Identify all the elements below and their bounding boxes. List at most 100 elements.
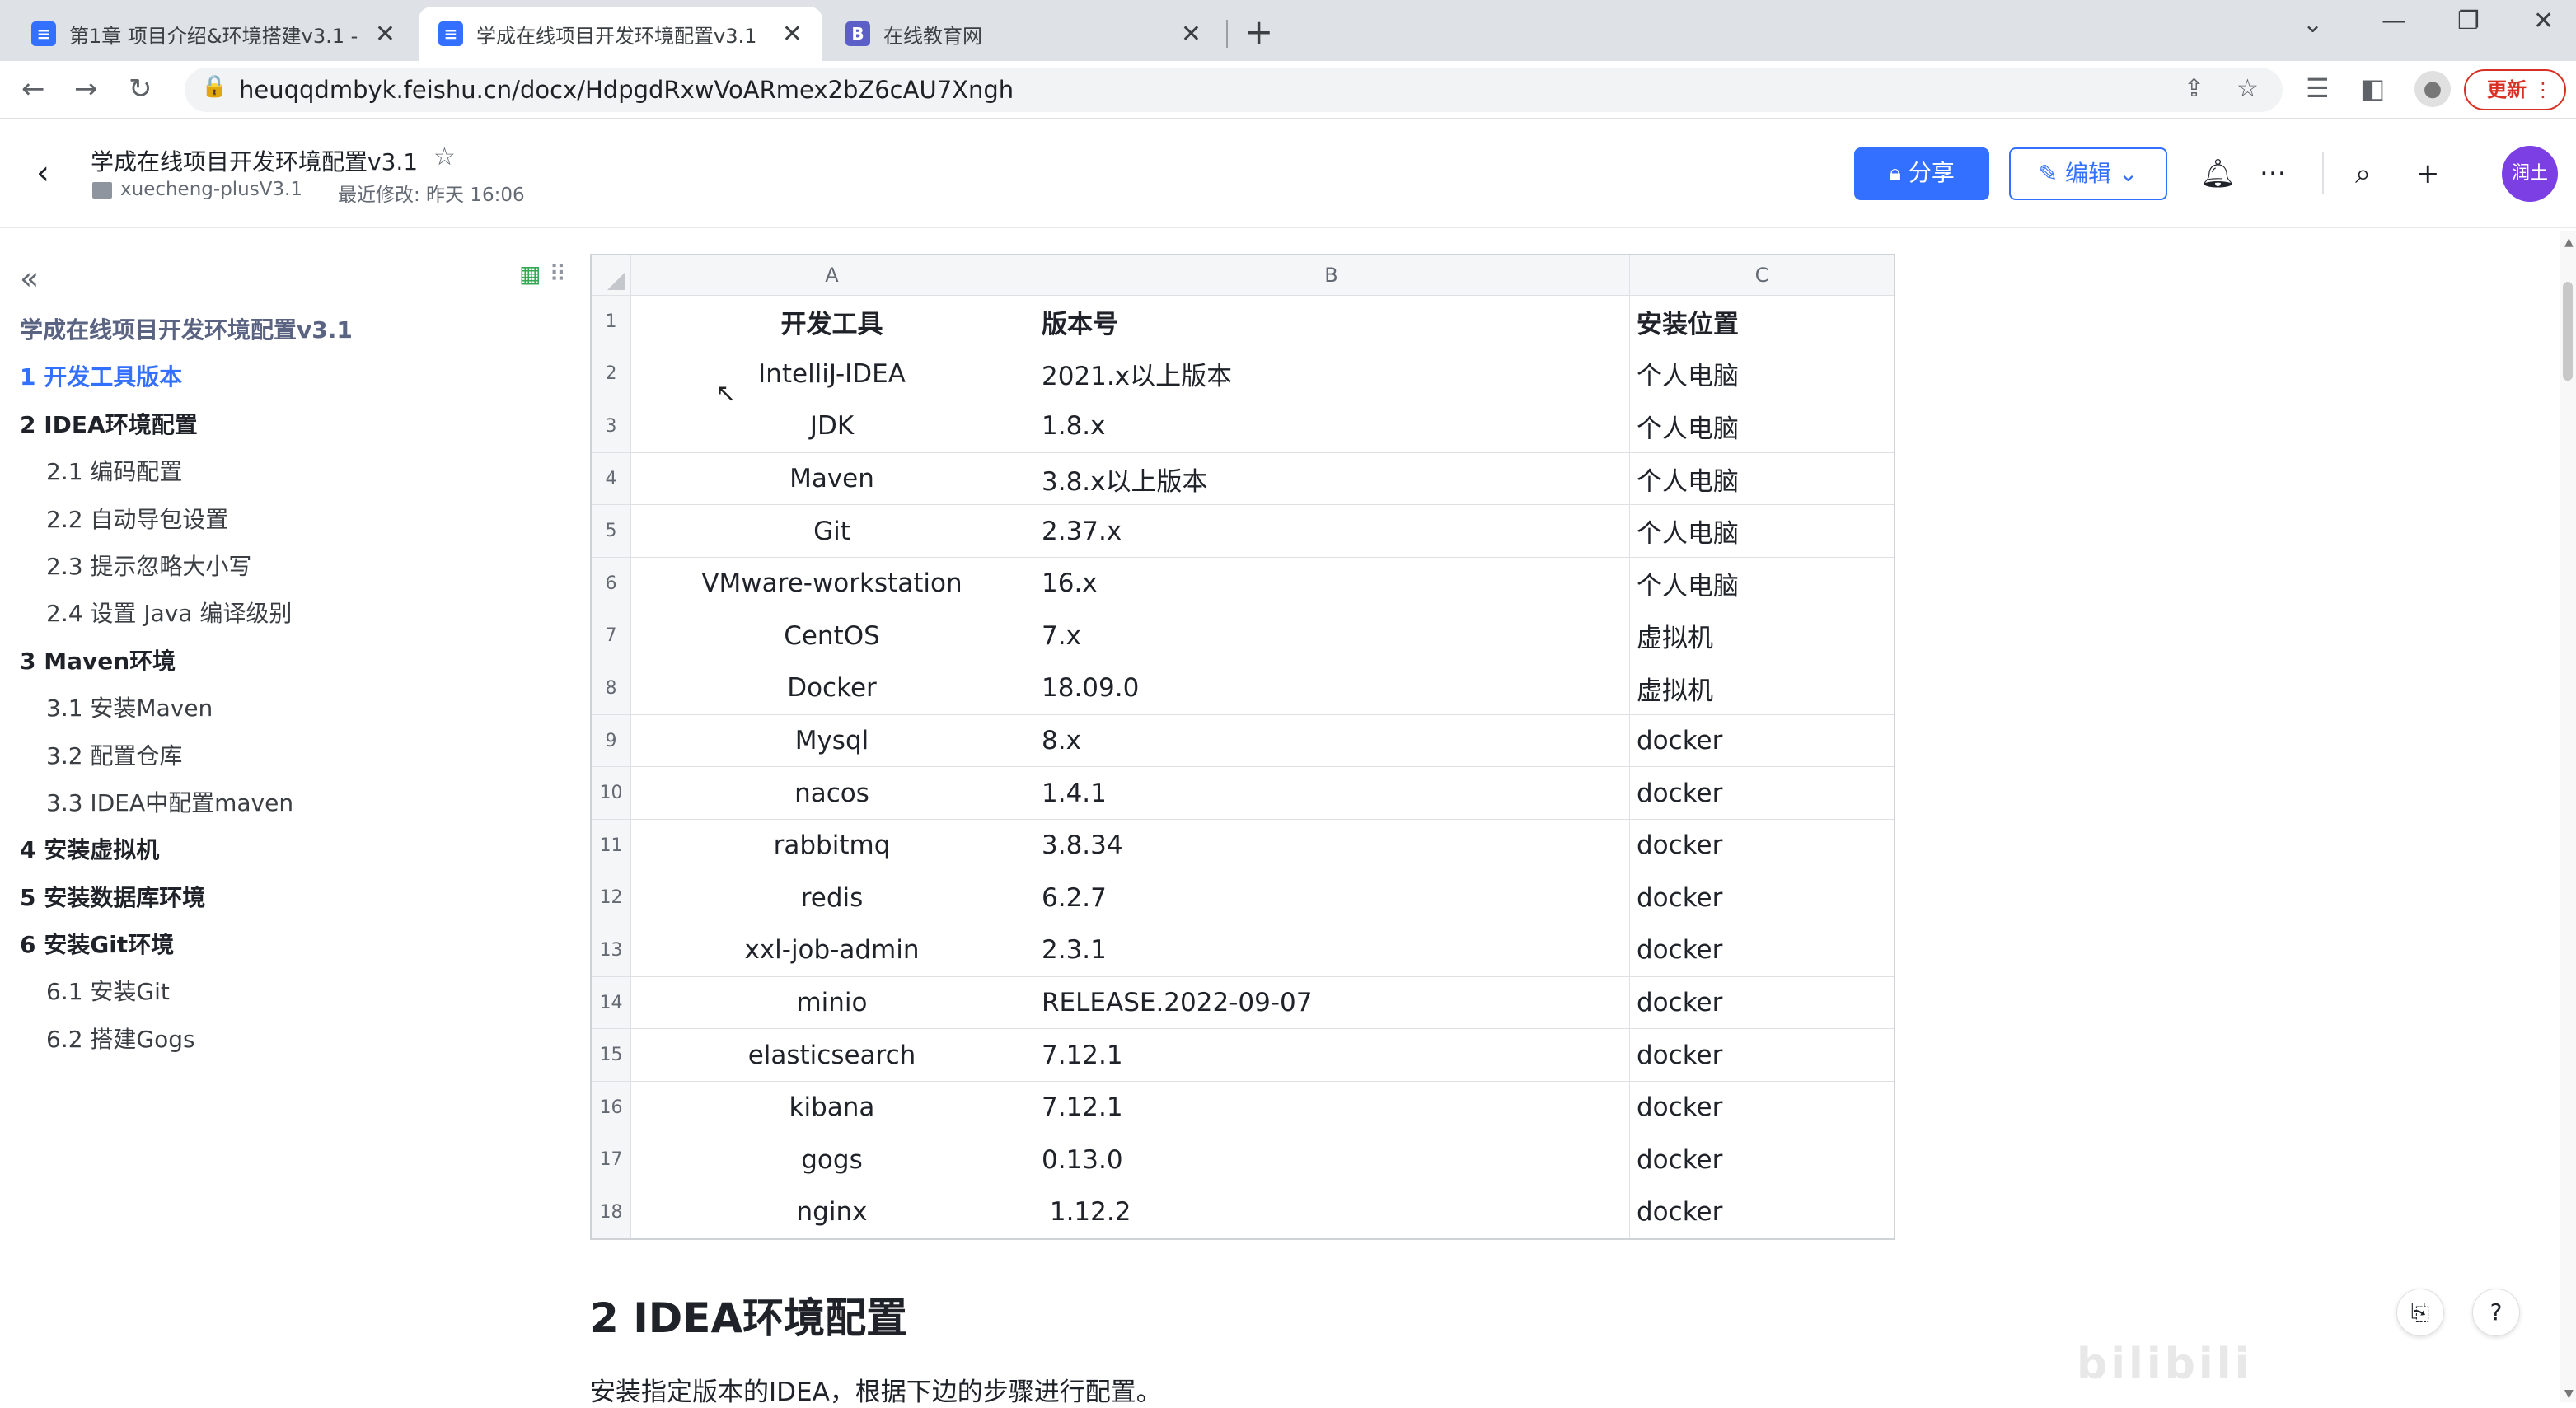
table-cell[interactable]: 18.09.0 <box>1033 662 1630 714</box>
table-cell[interactable]: docker <box>1630 715 1894 767</box>
table-cell[interactable]: docker <box>1630 1082 1894 1134</box>
table-cell[interactable]: Docker <box>631 662 1033 714</box>
folder-name[interactable]: xuecheng-plusV3.1 <box>120 179 302 200</box>
outline-item[interactable]: 3.3 IDEA中配置maven <box>0 779 527 826</box>
row-number[interactable]: 17 <box>592 1134 631 1186</box>
close-icon[interactable]: ✕ <box>782 20 803 49</box>
address-bar[interactable]: 🔒 heuqqdmbyk.feishu.cn/docx/HdpgdRxwVoAR… <box>185 68 2283 112</box>
tab-search-chevron-icon[interactable]: ⌄ <box>2302 10 2323 39</box>
reload-icon[interactable]: ↻ <box>129 73 152 105</box>
plus-icon[interactable]: + <box>2416 157 2440 190</box>
table-cell[interactable]: nginx <box>631 1186 1033 1238</box>
table-cell[interactable]: Mysql <box>631 714 1033 767</box>
table-cell[interactable]: gogs <box>631 1134 1033 1186</box>
select-all-corner[interactable] <box>592 255 631 295</box>
table-cell[interactable]: minio <box>631 976 1033 1029</box>
outline-item[interactable]: 5 安装数据库环境 <box>0 874 527 921</box>
row-number[interactable]: 1 <box>592 296 631 348</box>
back-arrow-icon[interactable]: ← <box>21 73 45 105</box>
table-cell[interactable]: 虚拟机 <box>1630 662 1894 714</box>
table-cell[interactable]: 8.x <box>1033 714 1630 767</box>
window-close-icon[interactable]: ✕ <box>2533 7 2554 35</box>
table-cell[interactable]: 个人电脑 <box>1630 400 1894 452</box>
outline-item[interactable]: 6.2 搭建Gogs <box>0 1016 527 1063</box>
row-number[interactable]: 13 <box>592 924 631 976</box>
table-cell[interactable]: CentOS <box>631 610 1033 662</box>
outline-item[interactable]: 3 Maven环境 <box>0 638 527 685</box>
outline-item[interactable]: 2.3 提示忽略大小写 <box>0 543 527 590</box>
back-chevron-icon[interactable]: ‹ <box>36 154 49 192</box>
row-number[interactable]: 11 <box>592 819 631 872</box>
table-cell[interactable]: RELEASE.2022-09-07 <box>1033 976 1630 1029</box>
avatar[interactable]: 润土 <box>2502 146 2558 202</box>
table-cell[interactable]: 个人电脑 <box>1630 348 1894 400</box>
column-header[interactable]: C <box>1630 255 1894 295</box>
row-number[interactable]: 4 <box>592 452 631 505</box>
bookmark-star-icon[interactable]: ☆ <box>2236 74 2259 103</box>
column-header[interactable]: A <box>631 255 1033 295</box>
row-number[interactable]: 8 <box>592 662 631 714</box>
row-number[interactable]: 16 <box>592 1081 631 1134</box>
table-cell[interactable]: 1.12.2 <box>1033 1186 1630 1238</box>
outline-item[interactable]: 1 开发工具版本 <box>0 353 527 400</box>
table-cell[interactable]: docker <box>1630 1134 1894 1186</box>
outline-item[interactable]: 6 安装Git环境 <box>0 921 527 968</box>
table-cell[interactable]: 7.x <box>1033 610 1630 662</box>
more-icon[interactable]: ··· <box>2260 157 2286 190</box>
column-header[interactable]: B <box>1033 255 1630 295</box>
update-button[interactable]: 更新 ⋮ <box>2464 69 2566 110</box>
row-number[interactable]: 3 <box>592 400 631 452</box>
minimize-icon[interactable]: — <box>2382 7 2406 35</box>
profile-icon[interactable]: ● <box>2414 71 2451 107</box>
side-panel-icon[interactable]: ◧ <box>2360 73 2385 104</box>
collapse-outline-icon[interactable]: « <box>20 260 39 297</box>
outline-item[interactable]: 2.2 自动导包设置 <box>0 496 527 543</box>
table-cell[interactable]: 7.12.1 <box>1033 1081 1630 1134</box>
sheet-grid-icon[interactable]: ▦ <box>519 260 541 288</box>
browser-tab-2[interactable]: ≡ 学成在线项目开发环境配置v3.1 ✕ <box>419 7 822 61</box>
table-cell[interactable]: elasticsearch <box>631 1029 1033 1081</box>
close-icon[interactable]: ✕ <box>1181 20 1201 49</box>
table-cell[interactable]: docker <box>1630 924 1894 976</box>
share-button[interactable]: 🔒︎ 分享 <box>1854 147 1989 200</box>
table-cell[interactable]: 3.8.34 <box>1033 819 1630 872</box>
table-cell[interactable]: 版本号 <box>1033 296 1630 348</box>
table-cell[interactable]: 7.12.1 <box>1033 1029 1630 1081</box>
table-cell[interactable]: VMware-workstation <box>631 557 1033 610</box>
close-icon[interactable]: ✕ <box>375 20 396 49</box>
table-cell[interactable]: 2.3.1 <box>1033 924 1630 976</box>
edit-button[interactable]: ✎ 编辑 ⌄ <box>2009 147 2167 200</box>
table-cell[interactable]: kibana <box>631 1081 1033 1134</box>
row-number[interactable]: 6 <box>592 557 631 610</box>
row-number[interactable]: 14 <box>592 976 631 1029</box>
table-cell[interactable]: 0.13.0 <box>1033 1134 1630 1186</box>
table-cell[interactable]: 16.x <box>1033 557 1630 610</box>
doc-catalog-icon[interactable]: ⎘ <box>2396 1289 2444 1336</box>
table-cell[interactable]: redis <box>631 872 1033 924</box>
table-cell[interactable]: 6.2.7 <box>1033 872 1630 924</box>
table-cell[interactable]: 1.4.1 <box>1033 767 1630 819</box>
table-cell[interactable]: 3.8.x以上版本 <box>1033 452 1630 505</box>
browser-tab-1[interactable]: ≡ 第1章 项目介绍&环境搭建v3.1 - ✕ <box>12 7 415 61</box>
table-cell[interactable]: xxl-job-admin <box>631 924 1033 976</box>
table-cell[interactable]: JDK <box>631 400 1033 452</box>
bell-icon[interactable]: 🔔︎ <box>2200 157 2236 190</box>
row-number[interactable]: 18 <box>592 1186 631 1238</box>
row-number[interactable]: 15 <box>592 1029 631 1081</box>
favorite-star-icon[interactable]: ☆ <box>433 143 456 171</box>
search-icon[interactable]: ⌕ <box>2355 157 2371 190</box>
forward-arrow-icon[interactable]: → <box>74 73 98 105</box>
outline-item[interactable]: 6.1 安装Git <box>0 968 527 1015</box>
page-scrollbar[interactable] <box>2560 231 2576 1402</box>
scroll-down-icon[interactable]: ▼ <box>2564 1387 2574 1401</box>
browser-tab-3[interactable]: B 在线教育网 ✕ <box>826 7 1221 61</box>
table-cell[interactable]: 1.8.x <box>1033 400 1630 452</box>
table-cell[interactable]: nacos <box>631 767 1033 819</box>
outline-item[interactable]: 2.1 编码配置 <box>0 448 527 495</box>
table-cell[interactable]: IntelliJ-IDEA <box>631 348 1033 400</box>
outline-item[interactable]: 4 安装虚拟机 <box>0 826 527 873</box>
outline-item[interactable]: 2.4 设置 Java 编译级别 <box>0 590 527 637</box>
table-cell[interactable]: Git <box>631 505 1033 557</box>
row-number[interactable]: 2 <box>592 348 631 400</box>
table-cell[interactable]: 2.37.x <box>1033 505 1630 557</box>
